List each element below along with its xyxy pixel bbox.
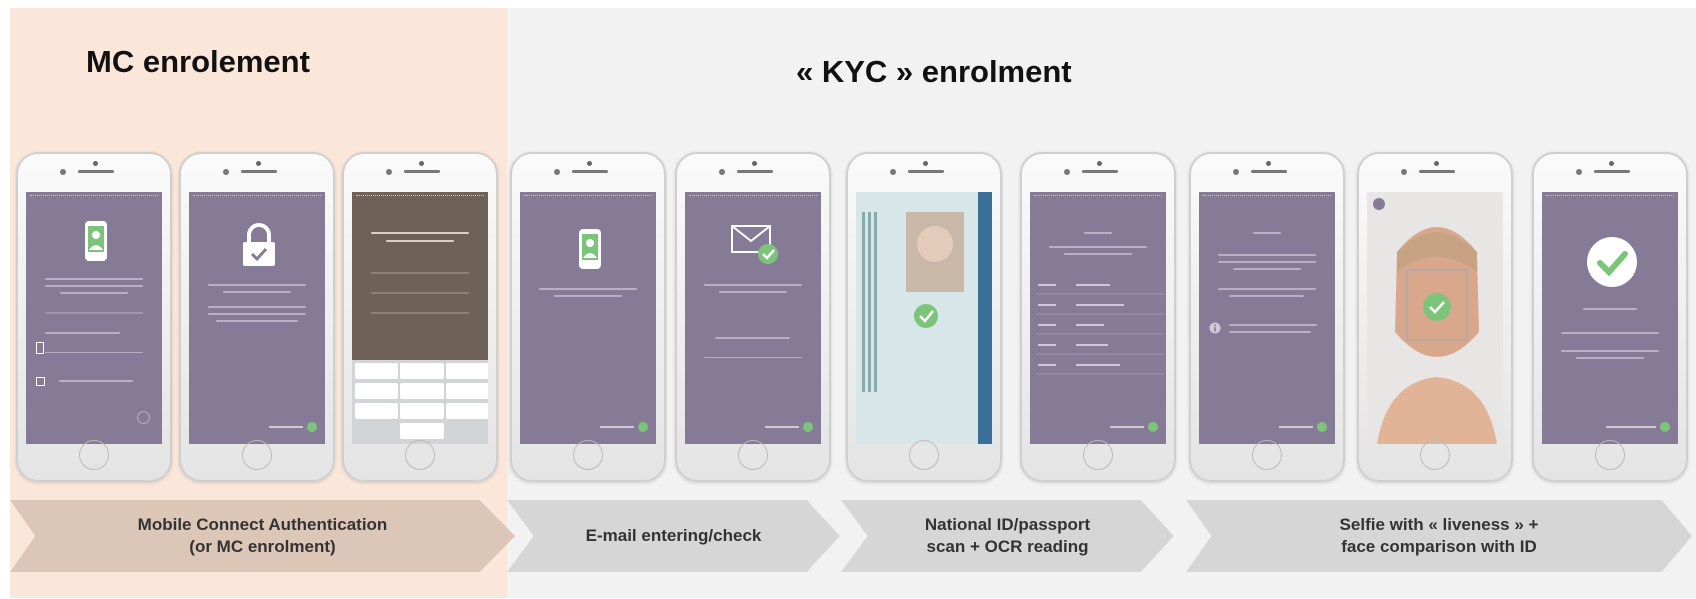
form-icon	[1036, 284, 1164, 375]
continue-icon	[1660, 422, 1670, 432]
step-label-line1: Mobile Connect Authentication	[137, 514, 388, 534]
step-email: E-mail entering/check	[507, 500, 840, 572]
info-icon	[1209, 322, 1221, 334]
phone-user-icon	[579, 229, 601, 269]
face-check-icon	[1367, 192, 1503, 444]
id-card-icon	[856, 192, 992, 444]
phone-screen	[1542, 192, 1678, 444]
phone-mc-login	[16, 152, 172, 482]
phone-screen	[1199, 192, 1335, 444]
phone-kyc-start	[510, 152, 666, 482]
home-button-icon	[79, 440, 109, 470]
continue-icon	[638, 422, 648, 432]
lock-icon	[243, 223, 275, 266]
step-label-line1: Selfie with « liveness » +	[1339, 514, 1539, 534]
mc-section-title: MC enrolement	[86, 44, 310, 79]
step-label-line2: scan + OCR reading	[926, 537, 1089, 556]
phone-screen	[685, 192, 821, 444]
step-selfie: Selfie with « liveness » + face compariso…	[1186, 500, 1692, 572]
phone-screen	[1030, 192, 1166, 444]
phone-kyc-email	[675, 152, 831, 482]
phone-screen	[26, 192, 162, 444]
phone-mc-keypad	[342, 152, 498, 482]
continue-icon	[1317, 422, 1327, 432]
phone-kyc-id-scan	[846, 152, 1002, 482]
next-icon	[137, 411, 150, 424]
continue-icon	[307, 422, 317, 432]
home-button-icon	[573, 440, 603, 470]
phone-screen	[189, 192, 325, 444]
home-button-icon	[909, 440, 939, 470]
phone-kyc-ocr-check	[1020, 152, 1176, 482]
home-button-icon	[738, 440, 768, 470]
phone-mc-lock	[179, 152, 335, 482]
step-label-line1: National ID/passport	[924, 514, 1091, 534]
phone-small-icon	[36, 342, 44, 354]
step-label-line1: E-mail entering/check	[585, 525, 762, 545]
phone-screen	[520, 192, 656, 444]
step-label-line2: face comparison with ID	[1341, 537, 1537, 556]
checkbox-icon	[36, 377, 45, 386]
phone-user-icon	[85, 221, 107, 261]
home-button-icon	[1252, 440, 1282, 470]
home-button-icon	[242, 440, 272, 470]
phone-screen	[1367, 192, 1503, 444]
keypad-icon	[352, 360, 488, 444]
home-button-icon	[405, 440, 435, 470]
step-label-line2: (or MC enrolment)	[189, 537, 336, 556]
check-circle-icon	[1587, 237, 1637, 287]
continue-icon	[1148, 422, 1158, 432]
home-button-icon	[1420, 440, 1450, 470]
phone-kyc-success	[1532, 152, 1688, 482]
step-id-scan: National ID/passport scan + OCR reading	[841, 500, 1174, 572]
kyc-section-title: « KYC » enrolment	[796, 54, 1072, 89]
phone-screen	[856, 192, 992, 444]
home-button-icon	[1083, 440, 1113, 470]
continue-icon	[803, 422, 813, 432]
step-mobile-connect: Mobile Connect Authentication (or MC enro…	[10, 500, 515, 572]
phone-kyc-selfie-face	[1357, 152, 1513, 482]
envelope-check-icon	[731, 225, 778, 264]
home-button-icon	[1595, 440, 1625, 470]
phone-screen	[352, 192, 488, 444]
phone-kyc-selfie-info	[1189, 152, 1345, 482]
